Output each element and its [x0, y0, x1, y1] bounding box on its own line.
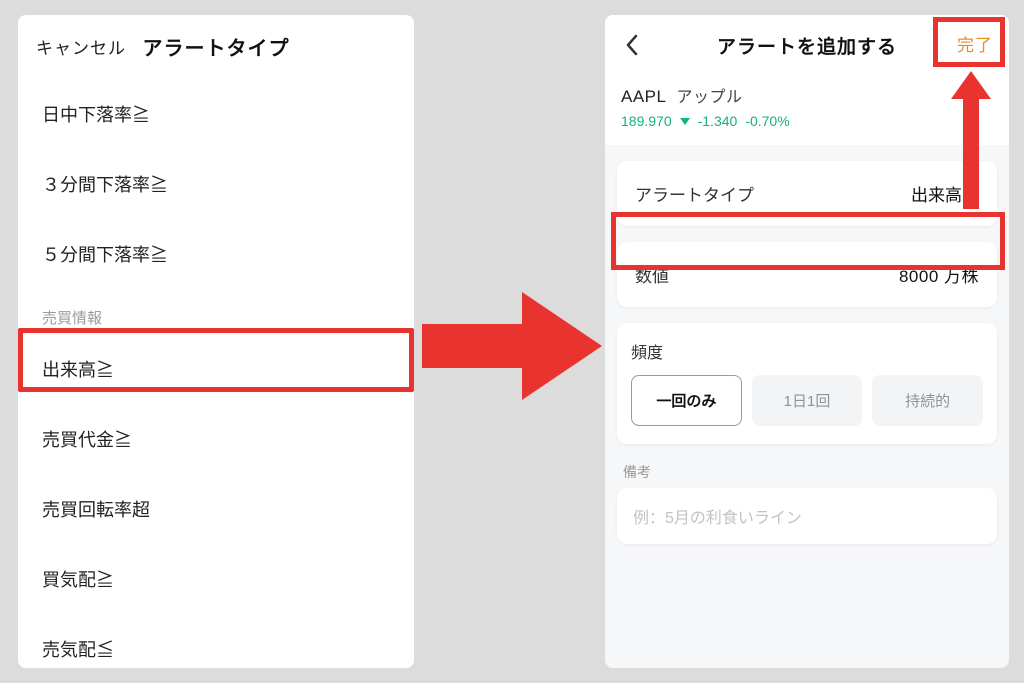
list-item[interactable]: ３分間下落率≧ — [18, 149, 414, 219]
add-alert-panel: アラートを追加する 完了 AAPL アップル 189.970 -1.340 -0… — [605, 15, 1009, 668]
frequency-label: 頻度 — [631, 339, 983, 363]
frequency-option-once[interactable]: 一回のみ — [631, 375, 742, 426]
stock-change-pct: -0.70% — [745, 113, 789, 129]
cancel-button[interactable]: キャンセル — [36, 34, 126, 59]
alert-type-field-label: アラートタイプ — [635, 181, 754, 206]
add-alert-header: アラートを追加する 完了 — [605, 15, 1009, 75]
list-item[interactable]: 日中下落率≧ — [18, 79, 414, 149]
stock-price: 189.970 — [621, 113, 672, 129]
stock-change-abs: -1.340 — [698, 113, 738, 129]
notes-label: 備考 — [623, 462, 997, 482]
alert-type-panel: キャンセル アラートタイプ 日中下落率≧ ３分間下落率≧ ５分間下落率≧ 売買情… — [18, 15, 414, 668]
list-item[interactable]: 買気配≧ — [18, 544, 414, 614]
list-item[interactable]: 売買代金≧ — [18, 404, 414, 474]
alert-type-list: 日中下落率≧ ３分間下落率≧ ５分間下落率≧ 売買情報 出来高≧ 売買代金≧ 売… — [18, 77, 414, 668]
alert-type-card[interactable]: アラートタイプ 出来高≧ — [617, 161, 997, 226]
page-title: アラートを追加する — [605, 32, 1009, 59]
list-item[interactable]: 売気配≦ — [18, 614, 414, 668]
list-item-volume[interactable]: 出来高≧ — [18, 334, 414, 404]
list-item[interactable]: 売買回転率超 — [18, 474, 414, 544]
list-item[interactable]: ５分間下落率≧ — [18, 219, 414, 289]
down-icon — [680, 118, 690, 125]
frequency-option-continuous[interactable]: 持続的 — [872, 375, 983, 426]
frequency-card: 頻度 一回のみ 1日1回 持続的 — [617, 323, 997, 444]
value-field-label: 数値 — [635, 262, 669, 287]
back-button[interactable] — [619, 32, 645, 58]
stock-quote: 189.970 -1.340 -0.70% — [621, 113, 993, 129]
alert-type-header: キャンセル アラートタイプ — [18, 15, 414, 77]
done-button[interactable]: 完了 — [957, 31, 993, 56]
alert-type-field-value: 出来高≧ — [911, 181, 979, 206]
annotation-arrow-right — [422, 286, 602, 406]
notes-input[interactable]: 例：5月の利食いライン — [617, 488, 997, 544]
section-label-trading: 売買情報 — [18, 289, 414, 334]
stock-name: アップル — [676, 83, 742, 107]
frequency-option-daily[interactable]: 1日1回 — [752, 375, 863, 426]
value-card[interactable]: 数値 8000 万株 — [617, 242, 997, 307]
value-field-value: 8000 万株 — [899, 262, 979, 287]
stock-info: AAPL アップル 189.970 -1.340 -0.70% — [605, 75, 1009, 145]
stock-symbol: AAPL — [621, 87, 666, 107]
